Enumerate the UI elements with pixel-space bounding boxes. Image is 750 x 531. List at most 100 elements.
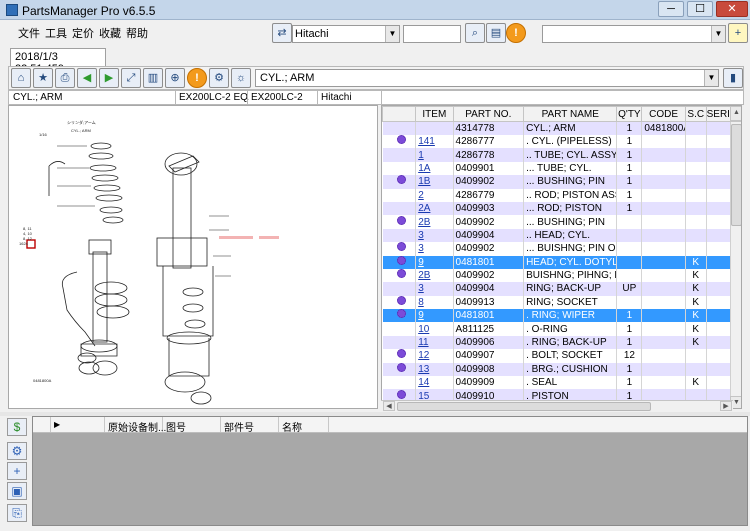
table-row[interactable]: 10 A811125. O-RING 1 K [382, 322, 741, 336]
chevron-down-icon[interactable]: ▼ [711, 26, 725, 42]
col-item-header[interactable]: ITEM [415, 106, 454, 122]
table-row[interactable]: 3 0409904.. HEAD; CYL. [382, 228, 741, 243]
stop-icon[interactable]: ! [506, 23, 526, 43]
gear-icon[interactable] [396, 269, 406, 279]
assembly-combo[interactable]: CYL.; ARM ▼ [255, 69, 719, 87]
table-row[interactable]: 1B 0409902... BUSHING; PIN 1 [382, 175, 741, 189]
gear-icon[interactable] [396, 389, 406, 399]
arrow-right-icon[interactable]: ▶ [99, 68, 119, 88]
col-code-header[interactable]: CODE [641, 106, 686, 122]
row-item-cell[interactable]: 8 [415, 295, 454, 310]
add-favorite-icon[interactable]: + [728, 23, 748, 43]
row-item-cell[interactable]: 3 [415, 242, 454, 256]
table-row[interactable]: 14 0409909. SEAL 1 K [382, 376, 741, 390]
table-row[interactable]: 1A 0409901... TUBE; CYL. 1 [382, 161, 741, 176]
settings-icon[interactable]: ⚙ [7, 442, 27, 460]
table-row[interactable]: 2B0409902BUISHNG; PIHNG; PIN ON K [382, 268, 741, 283]
gear-icon[interactable] [396, 175, 406, 185]
menu-file[interactable]: 文件 [18, 25, 40, 41]
export-icon[interactable]: ⎘ [7, 504, 27, 522]
table-row[interactable]: 3 0409904 RING; BACK-UP UP K [382, 282, 741, 296]
row-item-cell[interactable]: 11 [415, 335, 454, 350]
search-input[interactable] [403, 25, 461, 43]
horizontal-scroll-thumb[interactable] [397, 402, 651, 411]
row-item-cell[interactable]: 9 [415, 309, 454, 323]
bookmark-icon[interactable]: ★ [33, 68, 53, 88]
row-item-cell[interactable]: 1A [415, 161, 454, 176]
maximize-button[interactable]: ☐ [687, 1, 713, 17]
row-item-cell[interactable]: 2 [415, 188, 454, 202]
gear-icon[interactable] [396, 242, 406, 252]
row-item-cell[interactable]: 1B [415, 175, 454, 189]
table-row[interactable]: 141 4286777. CYL. (PIPELESS) 1 [382, 135, 741, 149]
zoom-icon[interactable]: ⊕ [165, 68, 185, 88]
tab-date[interactable]: 2018/1/3 22:51.459 [10, 48, 106, 75]
row-item-cell[interactable]: 9 [415, 255, 454, 269]
home-icon[interactable]: ⌂ [11, 68, 31, 88]
table-row[interactable]: 2A 0409903... ROD; PISTON 1 [382, 201, 741, 216]
order-col-name[interactable]: 名称 [279, 417, 329, 434]
settings-icon[interactable]: ⚙ [209, 68, 229, 88]
add-icon[interactable]: + [7, 462, 27, 480]
row-item-cell[interactable]: 3 [415, 228, 454, 243]
row-item-cell[interactable]: 2B [415, 215, 454, 229]
row-item-cell[interactable]: 14 [415, 376, 454, 390]
cash-icon[interactable]: $ [7, 418, 27, 436]
clipboard-icon[interactable]: ▣ [7, 482, 27, 500]
gear-icon[interactable] [396, 362, 406, 372]
table-row[interactable]: 12 0409907. BOLT; SOCKET 12 [382, 349, 741, 363]
gear-icon[interactable] [396, 215, 406, 225]
scroll-right-button[interactable]: ▶ [720, 401, 732, 411]
col-qty-header[interactable]: Q'TY [616, 106, 643, 122]
table-row[interactable]: 2B 0409902... BUSHING; PIN [382, 215, 741, 229]
row-item-cell[interactable] [415, 121, 454, 135]
table-row[interactable]: 30409902... BUISHNG; PIN ON AS [382, 242, 741, 256]
row-item-cell[interactable]: 10 [415, 322, 454, 336]
order-col-drawing[interactable]: 图号 [163, 417, 221, 434]
exploded-diagram[interactable]: 1/16 シリンダ;アーム CYL.; ARM 8, 11 4, 10 8, 1… [9, 106, 378, 409]
filter-icon[interactable]: ▤ [486, 23, 506, 43]
vertical-scroll-thumb[interactable] [731, 124, 741, 226]
row-item-cell[interactable]: 12 [415, 349, 454, 363]
table-row[interactable]: 24286779.. ROD; PISTON ASSY1 [382, 188, 741, 202]
table-row[interactable]: 1 4286778.. TUBE; CYL. ASSY 1 [382, 148, 741, 162]
diagram-pane[interactable]: 1/16 シリンダ;アーム CYL.; ARM 8, 11 4, 10 8, 1… [8, 105, 378, 409]
row-item-cell[interactable]: 141 [415, 135, 454, 149]
table-row[interactable]: 4314778 CYL.; ARM 1 0481800A [382, 121, 741, 135]
gear-icon[interactable] [396, 309, 406, 319]
close-button[interactable]: ✕ [716, 1, 748, 17]
menu-favorites[interactable]: 收藏 [99, 25, 121, 41]
split-view-icon[interactable]: ▥ [143, 68, 163, 88]
table-row[interactable]: 8 0409913 RING; SOCKET K [382, 295, 741, 310]
gear-icon[interactable] [396, 255, 406, 265]
order-row-indicator[interactable]: ▶ [51, 417, 105, 432]
order-col-oem[interactable]: 原始设备制... [105, 417, 166, 434]
right-combo[interactable]: ▼ [542, 25, 726, 43]
table-row[interactable]: 13 0409908. BRG.; CUSHION 1 [382, 362, 741, 377]
table-row[interactable]: 11 0409906. RING; BACK-UP 1 K [382, 335, 741, 350]
table-row[interactable]: 9 0481801 HEAD; CYL. DOTYL K [382, 255, 741, 269]
lightbulb-icon[interactable]: ☼ [231, 68, 251, 88]
minimize-button[interactable]: ─ [658, 1, 684, 17]
menu-help[interactable]: 帮助 [126, 25, 148, 41]
chevron-down-icon[interactable]: ▼ [385, 26, 399, 42]
menu-pricing[interactable]: 定价 [72, 25, 94, 41]
gear-icon[interactable] [396, 349, 406, 359]
print-icon[interactable]: ⎙ [55, 68, 75, 88]
row-item-cell[interactable]: 3 [415, 282, 454, 296]
table-row[interactable]: 9 0481801. RING; WIPER 1 K [382, 309, 741, 323]
columns-icon[interactable]: ▮ [723, 68, 743, 88]
fit-screen-icon[interactable]: ⤢ [121, 68, 141, 88]
brand-select-icon[interactable]: ⇄ [272, 23, 292, 43]
menu-tools[interactable]: 工具 [45, 25, 67, 41]
row-item-cell[interactable]: 13 [415, 362, 454, 377]
col-partname-header[interactable]: PART NAME [523, 106, 618, 122]
col-partno-header[interactable]: PART NO. [452, 106, 525, 122]
scroll-left-button[interactable]: ◀ [383, 401, 395, 411]
gear-icon[interactable] [396, 295, 406, 305]
brand-combo[interactable]: Hitachi ▼ [292, 25, 400, 43]
row-item-cell[interactable]: 2B [415, 268, 454, 283]
row-item-cell[interactable]: 1 [415, 148, 454, 162]
chevron-down-icon[interactable]: ▼ [704, 70, 718, 86]
order-col-partno[interactable]: 部件号 [221, 417, 279, 434]
